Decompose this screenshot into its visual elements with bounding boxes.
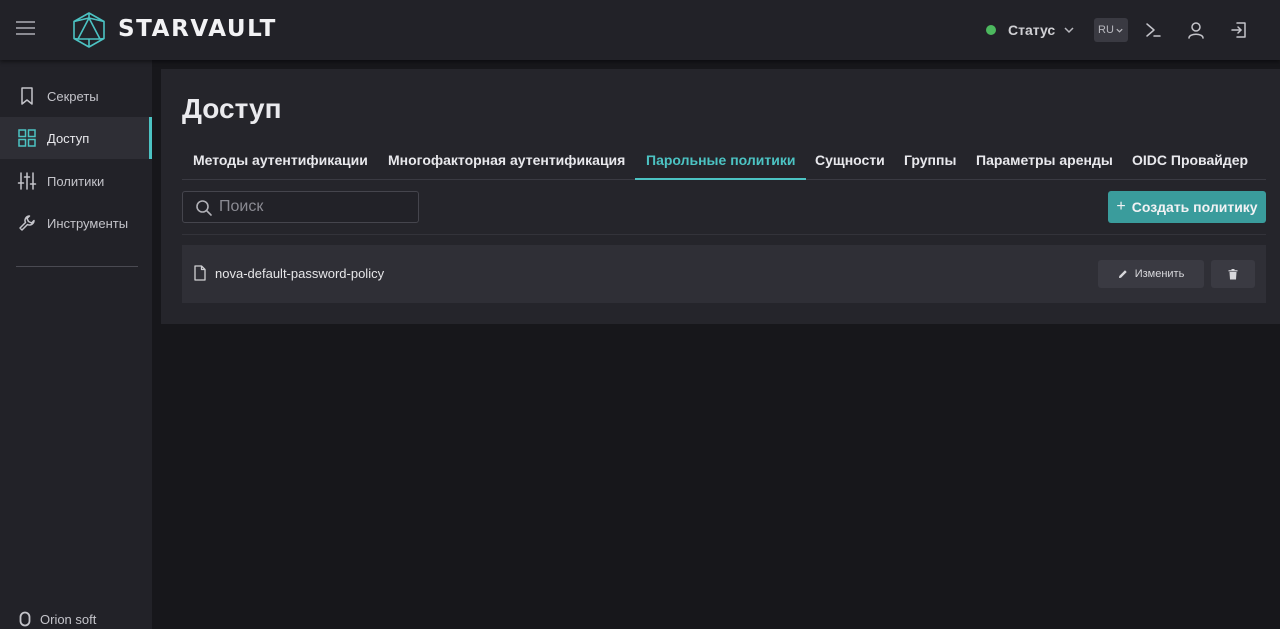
sidebar-item-label: Политики (47, 173, 105, 189)
sidebar-divider (16, 266, 138, 267)
terminal-icon[interactable] (1143, 20, 1163, 40)
main-panel: Доступ Методы аутентификации Многофактор… (161, 69, 1280, 324)
search-input[interactable] (219, 192, 415, 222)
tab-lease-params[interactable]: Параметры аренды (976, 145, 1113, 180)
policy-name: nova-default-password-policy (215, 266, 385, 281)
edit-label: Изменить (1134, 268, 1185, 280)
sidebar-item-label: Доступ (47, 130, 90, 146)
orion-logo-icon (19, 611, 31, 627)
sidebar-item-policies[interactable]: Политики (0, 160, 152, 202)
app-title: STARVAULT (118, 16, 277, 42)
status-label: Статус (1008, 22, 1056, 38)
logout-icon[interactable] (1229, 20, 1249, 40)
list-item[interactable]: nova-default-password-policy Изменить (182, 245, 1266, 303)
status-indicator (986, 25, 996, 35)
page-title: Доступ (182, 93, 282, 124)
tab-groups[interactable]: Группы (904, 145, 956, 180)
plus-icon: + (1116, 198, 1126, 215)
search-icon (196, 200, 212, 216)
footer-text: Orion soft (40, 611, 97, 627)
search-box (182, 191, 419, 223)
tab-bar: Методы аутентификации Многофакторная аут… (182, 145, 1266, 180)
tab-password-policies[interactable]: Парольные политики (635, 145, 807, 180)
sidebar-item-secrets[interactable]: Секреты (0, 75, 152, 117)
top-bar: STARVAULT Статус RU (0, 0, 1280, 60)
trash-icon (1228, 268, 1238, 279)
footer-brand: Orion soft (18, 611, 96, 627)
file-icon (194, 265, 206, 281)
sidebar-item-label: Секреты (47, 88, 99, 104)
pencil-icon (1118, 270, 1127, 278)
user-icon[interactable] (1186, 20, 1206, 40)
delete-button[interactable] (1211, 260, 1255, 288)
edit-button[interactable]: Изменить (1098, 260, 1204, 288)
chevron-down-icon (1116, 28, 1123, 33)
tab-mfa[interactable]: Многофакторная аутентификация (388, 145, 625, 180)
tab-oidc-provider[interactable]: OIDC Провайдер (1132, 145, 1248, 180)
create-policy-button[interactable]: + Создать политику (1108, 191, 1266, 223)
language-label: RU (1098, 24, 1114, 36)
list-divider (182, 234, 1266, 235)
sliders-icon (17, 171, 37, 191)
chevron-down-icon (1064, 27, 1074, 34)
tab-entities[interactable]: Сущности (815, 145, 885, 180)
language-selector[interactable]: RU (1094, 18, 1128, 42)
wrench-icon (17, 213, 37, 233)
hamburger-icon[interactable] (16, 21, 36, 39)
sidebar-item-label: Инструменты (47, 215, 129, 231)
sidebar-item-access[interactable]: Доступ (0, 117, 152, 159)
grid-icon (17, 128, 37, 148)
bookmark-icon (17, 86, 37, 106)
sidebar: Секреты Доступ Политики Инструменты Orio… (0, 60, 152, 629)
polyhedron-logo-icon[interactable] (72, 12, 106, 48)
tab-auth-methods[interactable]: Методы аутентификации (193, 145, 368, 180)
status-dropdown[interactable]: Статус (986, 20, 1075, 40)
sidebar-item-tools[interactable]: Инструменты (0, 202, 152, 244)
create-policy-label: Создать политику (1131, 199, 1258, 215)
